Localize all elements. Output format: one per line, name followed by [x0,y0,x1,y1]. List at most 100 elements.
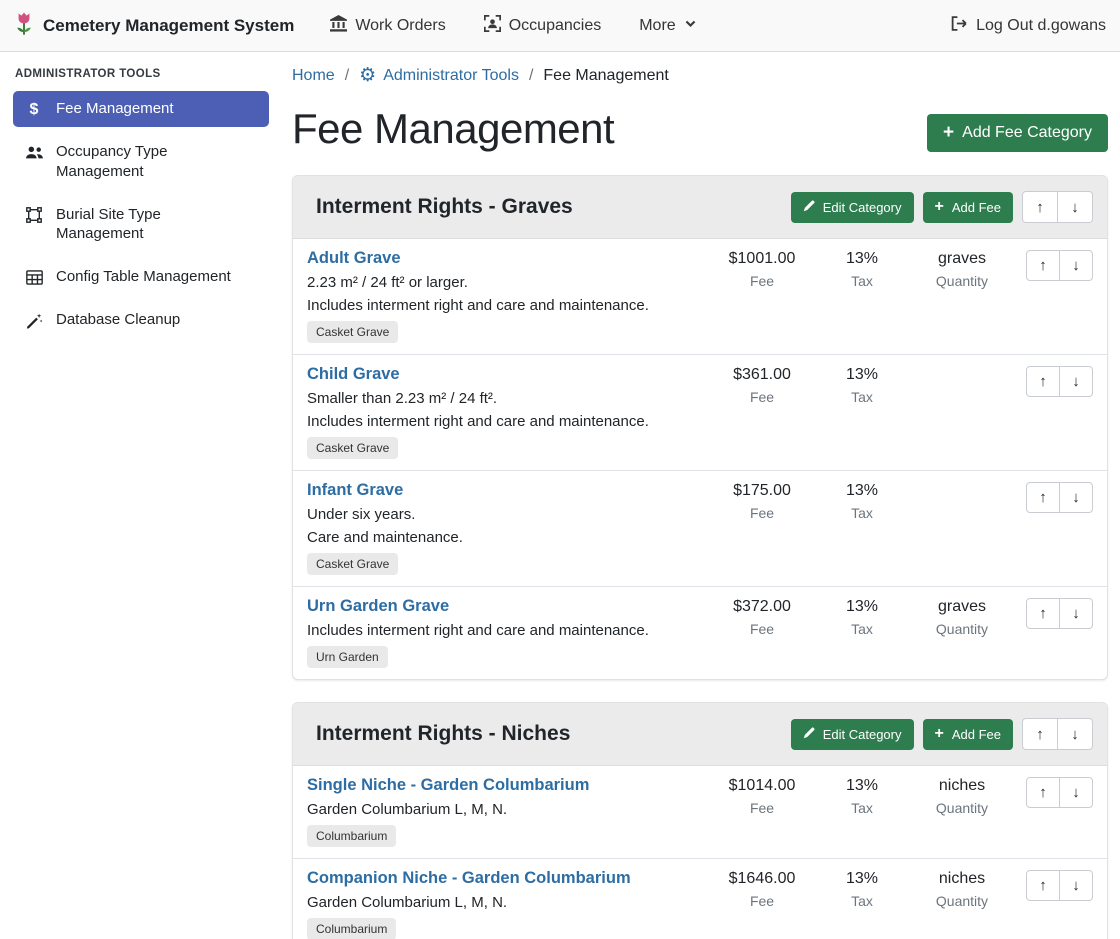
arrow-down-icon: ↓ [1072,257,1080,274]
move-fee-down-button[interactable]: ↓ [1059,870,1093,901]
breadcrumb-admin-tools-link[interactable]: ⚙ Administrator Tools [359,66,519,85]
sidebar-item-config-table-management[interactable]: Config Table Management [13,259,269,295]
chevron-down-icon [684,17,697,35]
sidebar-heading: Administrator Tools [13,64,269,91]
category-actions: Edit Category + Add Fee ↑ ↓ [791,718,1093,750]
fee-tax-cell: 13% Tax [812,868,912,909]
navbar-links: Work Orders Occupancies More [330,15,696,37]
category-title: Interment Rights - Graves [307,195,791,219]
move-category-up-button[interactable]: ↑ [1022,718,1058,750]
move-fee-up-button[interactable]: ↑ [1026,250,1060,281]
fee-quantity-cell [912,480,1012,481]
fee-name-link[interactable]: Child Grave [307,364,400,384]
fee-description: Care and maintenance. [307,529,702,546]
fee-name-link[interactable]: Companion Niche - Garden Columbarium [307,868,631,888]
move-fee-up-button[interactable]: ↑ [1026,598,1060,629]
plus-icon: + [935,200,944,214]
arrow-down-icon: ↓ [1071,726,1079,743]
move-fee-down-button[interactable]: ↓ [1059,598,1093,629]
add-fee-category-button[interactable]: + Add Fee Category [927,114,1108,152]
move-fee-up-button[interactable]: ↑ [1026,366,1060,397]
fee-type-badge: Columbarium [307,825,396,847]
add-fee-button[interactable]: + Add Fee [923,719,1014,750]
move-fee-up-button[interactable]: ↑ [1026,482,1060,513]
fee-description: Includes interment right and care and ma… [307,622,702,639]
arrow-up-icon: ↑ [1036,199,1044,216]
arrow-down-icon: ↓ [1071,199,1079,216]
category-card-niches: Interment Rights - Niches Edit Category [292,702,1108,939]
plus-icon: + [943,124,954,141]
move-fee-down-button[interactable]: ↓ [1059,366,1093,397]
nav-work-orders[interactable]: Work Orders [330,15,445,37]
fee-row-single-niche: Single Niche - Garden Columbarium Garden… [293,766,1107,858]
page-header: Fee Management + Add Fee Category [292,105,1108,153]
sidebar-item-database-cleanup[interactable]: Database Cleanup [13,302,269,338]
nav-occupancies[interactable]: Occupancies [484,15,602,37]
arrow-up-icon: ↑ [1036,726,1044,743]
sidebar-item-occupancy-type-management[interactable]: Occupancy Type Management [13,134,269,190]
add-fee-button[interactable]: + Add Fee [923,192,1014,223]
fee-quantity-cell: graves Quantity [912,596,1012,637]
pencil-icon [803,727,815,742]
arrow-up-icon: ↑ [1039,784,1047,801]
breadcrumb-home-link[interactable]: Home [292,67,335,85]
move-fee-down-button[interactable]: ↓ [1059,250,1093,281]
tulip-logo-icon [14,10,34,41]
gear-icon: ⚙ [359,66,376,85]
fee-type-badge: Casket Grave [307,321,398,343]
fee-amount-cell: $1014.00 Fee [712,775,812,816]
category-actions: Edit Category + Add Fee ↑ ↓ [791,191,1093,223]
fee-description: Includes interment right and care and ma… [307,413,702,430]
nav-more-label: More [639,17,675,35]
fee-tax-cell: 13% Tax [812,364,912,405]
fee-tax-cell: 13% Tax [812,596,912,637]
logout-label: Log Out d.gowans [976,17,1106,35]
logout-link[interactable]: Log Out d.gowans [950,15,1106,37]
move-fee-down-button[interactable]: ↓ [1059,777,1093,808]
fee-description: Garden Columbarium L, M, N. [307,801,702,818]
sidebar-item-fee-management[interactable]: $ Fee Management [13,91,269,127]
fee-reorder-group: ↑ ↓ [1026,598,1093,629]
nav-more[interactable]: More [639,17,696,35]
fee-description: Garden Columbarium L, M, N. [307,894,702,911]
plus-icon: + [935,727,944,741]
fee-amount-cell: $175.00 Fee [712,480,812,521]
fee-name-link[interactable]: Adult Grave [307,248,401,268]
move-fee-up-button[interactable]: ↑ [1026,870,1060,901]
sidebar-item-burial-site-type-management[interactable]: Burial Site Type Management [13,197,269,253]
table-icon [24,268,44,287]
people-icon [24,143,44,162]
move-fee-down-button[interactable]: ↓ [1059,482,1093,513]
fee-name-link[interactable]: Urn Garden Grave [307,596,449,616]
fee-reorder-group: ↑ ↓ [1026,250,1093,281]
category-reorder-group: ↑ ↓ [1022,718,1093,750]
move-category-up-button[interactable]: ↑ [1022,191,1058,223]
move-fee-up-button[interactable]: ↑ [1026,777,1060,808]
brand-link[interactable]: Cemetery Management System [14,10,294,41]
fee-amount-cell: $372.00 Fee [712,596,812,637]
category-header: Interment Rights - Graves Edit Category [293,176,1107,239]
arrow-down-icon: ↓ [1072,784,1080,801]
fee-name-link[interactable]: Single Niche - Garden Columbarium [307,775,589,795]
breadcrumb-separator: / [529,67,533,85]
edit-category-button[interactable]: Edit Category [791,719,914,750]
category-header: Interment Rights - Niches Edit Category [293,703,1107,766]
category-card-graves: Interment Rights - Graves Edit Category [292,175,1108,680]
arrow-up-icon: ↑ [1039,605,1047,622]
move-category-down-button[interactable]: ↓ [1057,718,1093,750]
fee-type-badge: Columbarium [307,918,396,939]
fee-tax-cell: 13% Tax [812,775,912,816]
edit-category-button[interactable]: Edit Category [791,192,914,223]
occupancies-icon [484,15,501,37]
app-root: Cemetery Management System Work Orders [0,0,1120,939]
fee-type-badge: Casket Grave [307,437,398,459]
fee-name-link[interactable]: Infant Grave [307,480,403,500]
top-navbar: Cemetery Management System Work Orders [0,0,1120,52]
fee-amount-cell: $1646.00 Fee [712,868,812,909]
breadcrumb: Home / ⚙ Administrator Tools / Fee Manag… [292,66,1108,85]
arrow-up-icon: ↑ [1039,877,1047,894]
work-orders-icon [330,15,347,37]
fee-description: Includes interment right and care and ma… [307,297,702,314]
brand-title: Cemetery Management System [43,16,294,36]
move-category-down-button[interactable]: ↓ [1057,191,1093,223]
